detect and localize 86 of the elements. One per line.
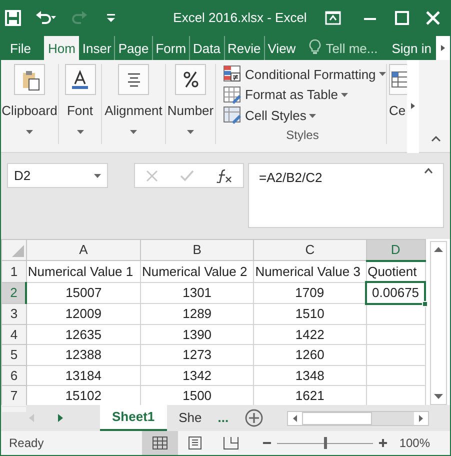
- table-cell: 1301: [140, 282, 254, 304]
- caret-icon: [378, 72, 386, 76]
- row-header[interactable]: 2: [2, 282, 26, 304]
- table-icon: [390, 68, 407, 90]
- table-format-icon: [223, 86, 242, 104]
- column-header[interactable]: A: [26, 240, 140, 260]
- page-break-icon: [223, 436, 240, 450]
- column-header[interactable]: C: [254, 240, 366, 260]
- lightbulb-icon: [308, 39, 321, 55]
- ribbon-command[interactable]: Format as Table: [221, 84, 350, 106]
- function-icon[interactable]: [216, 168, 232, 182]
- ribbon-button[interactable]: Clipboard: [2, 64, 58, 134]
- row-header[interactable]: 5: [2, 344, 26, 365]
- table-cell: 1289: [140, 304, 254, 324]
- ribbon-tab[interactable]: Hom: [44, 36, 80, 60]
- window-title: Excel 2016.xlsx - Excel: [172, 8, 308, 27]
- row-header[interactable]: 4: [2, 324, 26, 344]
- save-icon[interactable]: [5, 10, 21, 26]
- caret-icon: [340, 93, 348, 97]
- ribbon-tab[interactable]: Inser: [79, 36, 114, 60]
- zoom-out-icon[interactable]: [262, 439, 271, 447]
- table-cell: Numerical Value 2: [140, 260, 254, 282]
- scroll-right-icon[interactable]: [414, 412, 428, 424]
- zoom-slider-thumb[interactable]: [324, 436, 328, 448]
- caret-icon: [130, 130, 137, 134]
- collapse-ribbon-icon[interactable]: [431, 136, 441, 142]
- font-color-icon: [70, 68, 90, 90]
- formula-field[interactable]: =A2/B2/C2: [248, 163, 444, 228]
- ribbon-button[interactable]: Font: [64, 64, 96, 134]
- table-cell: Numerical Value 1: [26, 260, 140, 282]
- dropdown-icon: [94, 174, 101, 178]
- add-sheet-icon[interactable]: [244, 409, 263, 427]
- scroll-left-icon[interactable]: [288, 412, 302, 424]
- caret-icon: [309, 114, 316, 118]
- table-cell: 1510: [254, 304, 366, 324]
- conditional-formatting-icon: [223, 64, 242, 84]
- view-button[interactable]: [142, 431, 178, 455]
- column-header[interactable]: B: [140, 240, 254, 260]
- table-cell: Numerical Value 3: [254, 260, 366, 282]
- name-box[interactable]: D2: [7, 163, 108, 188]
- table-cell: 1422: [254, 324, 366, 344]
- ribbon-button[interactable]: Alignment: [104, 64, 162, 134]
- sheet-tab[interactable]: Sheet1: [100, 405, 167, 431]
- row-header[interactable]: 6: [2, 365, 26, 386]
- cell-styles-icon: [223, 106, 242, 126]
- ribbon-command[interactable]: Cell Styles: [221, 105, 318, 126]
- table-cell: 1342: [140, 365, 254, 386]
- customize-icon[interactable]: [107, 12, 115, 22]
- group-label: Styles: [286, 127, 319, 144]
- scrollbar-thumb[interactable]: [302, 412, 372, 424]
- ribbon-tab[interactable]: File: [1, 36, 44, 60]
- maximize-icon[interactable]: [395, 10, 409, 24]
- row-header[interactable]: 3: [2, 304, 26, 324]
- ribbon-button[interactable]: Number: [167, 64, 214, 134]
- table-cell: 1390: [140, 324, 254, 344]
- zoom-in-icon[interactable]: [379, 439, 388, 447]
- sheet-tab[interactable]: She: [166, 405, 214, 431]
- tell-me-box[interactable]: Tell me...: [326, 36, 381, 60]
- table-cell: 1260: [254, 344, 366, 365]
- scroll-right-icon[interactable]: [436, 36, 450, 60]
- caret-icon: [76, 130, 84, 134]
- table-cell: 12009: [26, 304, 140, 324]
- horizontal-scrollbar[interactable]: [287, 410, 429, 426]
- sign-in-link[interactable]: Sign in: [388, 36, 434, 60]
- ribbon-command[interactable]: Conditional Formatting: [221, 64, 388, 85]
- close-icon[interactable]: [426, 10, 440, 24]
- row-header[interactable]: 1: [2, 260, 26, 282]
- next-sheet-icon[interactable]: [57, 414, 63, 422]
- undo-icon[interactable]: [35, 10, 57, 26]
- table-cell: 12388: [26, 344, 140, 365]
- ribbon-display-icon[interactable]: [325, 10, 341, 24]
- table-cell: 12635: [26, 324, 140, 344]
- table-cell: 15007: [26, 282, 140, 304]
- status-text: Ready: [9, 435, 45, 452]
- zoom-level-text[interactable]: 100%: [399, 434, 430, 452]
- normal-view-icon: [152, 436, 168, 450]
- page-layout-icon: [187, 436, 204, 450]
- column-header[interactable]: D: [366, 240, 425, 260]
- caret-icon: [26, 130, 33, 134]
- table-cell: 1348: [254, 365, 366, 386]
- table-cell: 1273: [140, 344, 254, 365]
- caret-icon: [187, 130, 194, 134]
- row-header[interactable]: 7: [2, 386, 26, 406]
- percent-icon: [180, 68, 200, 90]
- table-cell: 13184: [26, 365, 140, 386]
- more-sheets-button[interactable]: ...: [214, 405, 233, 431]
